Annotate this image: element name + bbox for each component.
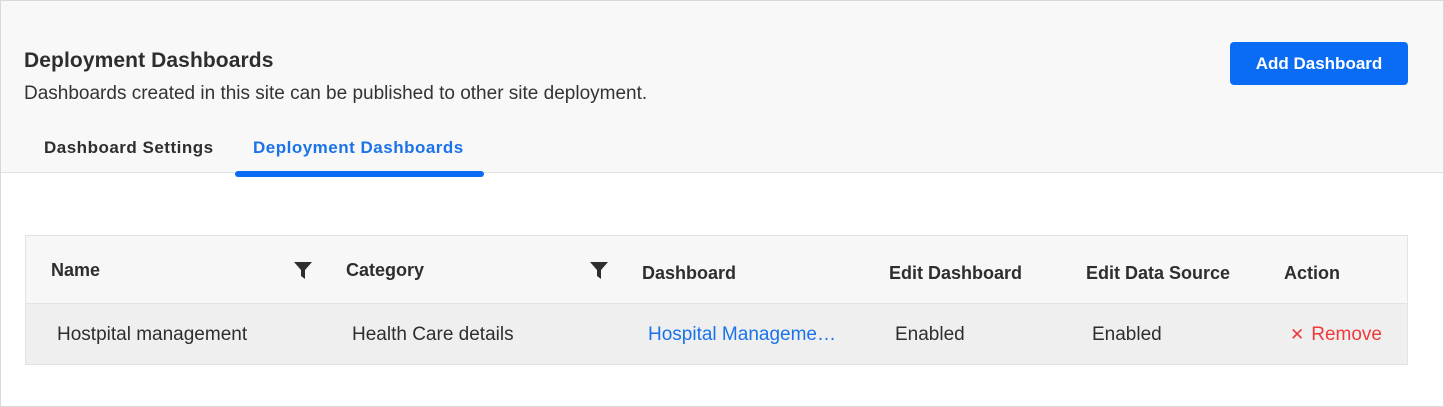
tab-deployment-dashboards[interactable]: Deployment Dashboards <box>253 138 464 158</box>
remove-label: Remove <box>1311 324 1382 345</box>
add-dashboard-button[interactable]: Add Dashboard <box>1230 42 1408 85</box>
dashboard-link[interactable]: Hospital Manageme… <box>648 324 836 346</box>
cell-edit-data-source: Enabled <box>1092 324 1162 345</box>
column-header-name: Name <box>51 260 101 280</box>
column-header-edit-data-source: Edit Data Source <box>1086 263 1231 283</box>
table-header: Name Category Dashboard Edit Dashboard E… <box>26 236 1407 304</box>
page-subtitle: Dashboards created in this site can be p… <box>24 83 648 104</box>
table-row: Hostpital management Health Care details… <box>26 304 1407 364</box>
page-title: Deployment Dashboards <box>24 49 274 72</box>
cell-name: Hostpital management <box>57 324 248 345</box>
column-header-edit-dashboard: Edit Dashboard <box>889 263 1023 283</box>
column-header-dashboard: Dashboard <box>642 263 737 283</box>
page-header: Deployment Dashboards Dashboards created… <box>1 1 1443 173</box>
tab-dashboard-settings[interactable]: Dashboard Settings <box>44 138 214 158</box>
remove-button[interactable]: ✕ Remove <box>1290 324 1382 346</box>
filter-icon[interactable] <box>590 262 608 280</box>
column-header-action: Action <box>1284 263 1340 283</box>
dashboards-table: Name Category Dashboard Edit Dashboard E… <box>25 235 1408 365</box>
close-icon: ✕ <box>1290 325 1305 344</box>
column-header-category: Category <box>346 260 425 280</box>
filter-icon[interactable] <box>294 262 312 280</box>
active-tab-indicator <box>235 171 484 177</box>
cell-category: Health Care details <box>352 324 514 345</box>
cell-edit-dashboard: Enabled <box>895 324 965 345</box>
app-frame: Deployment Dashboards Dashboards created… <box>0 0 1444 407</box>
